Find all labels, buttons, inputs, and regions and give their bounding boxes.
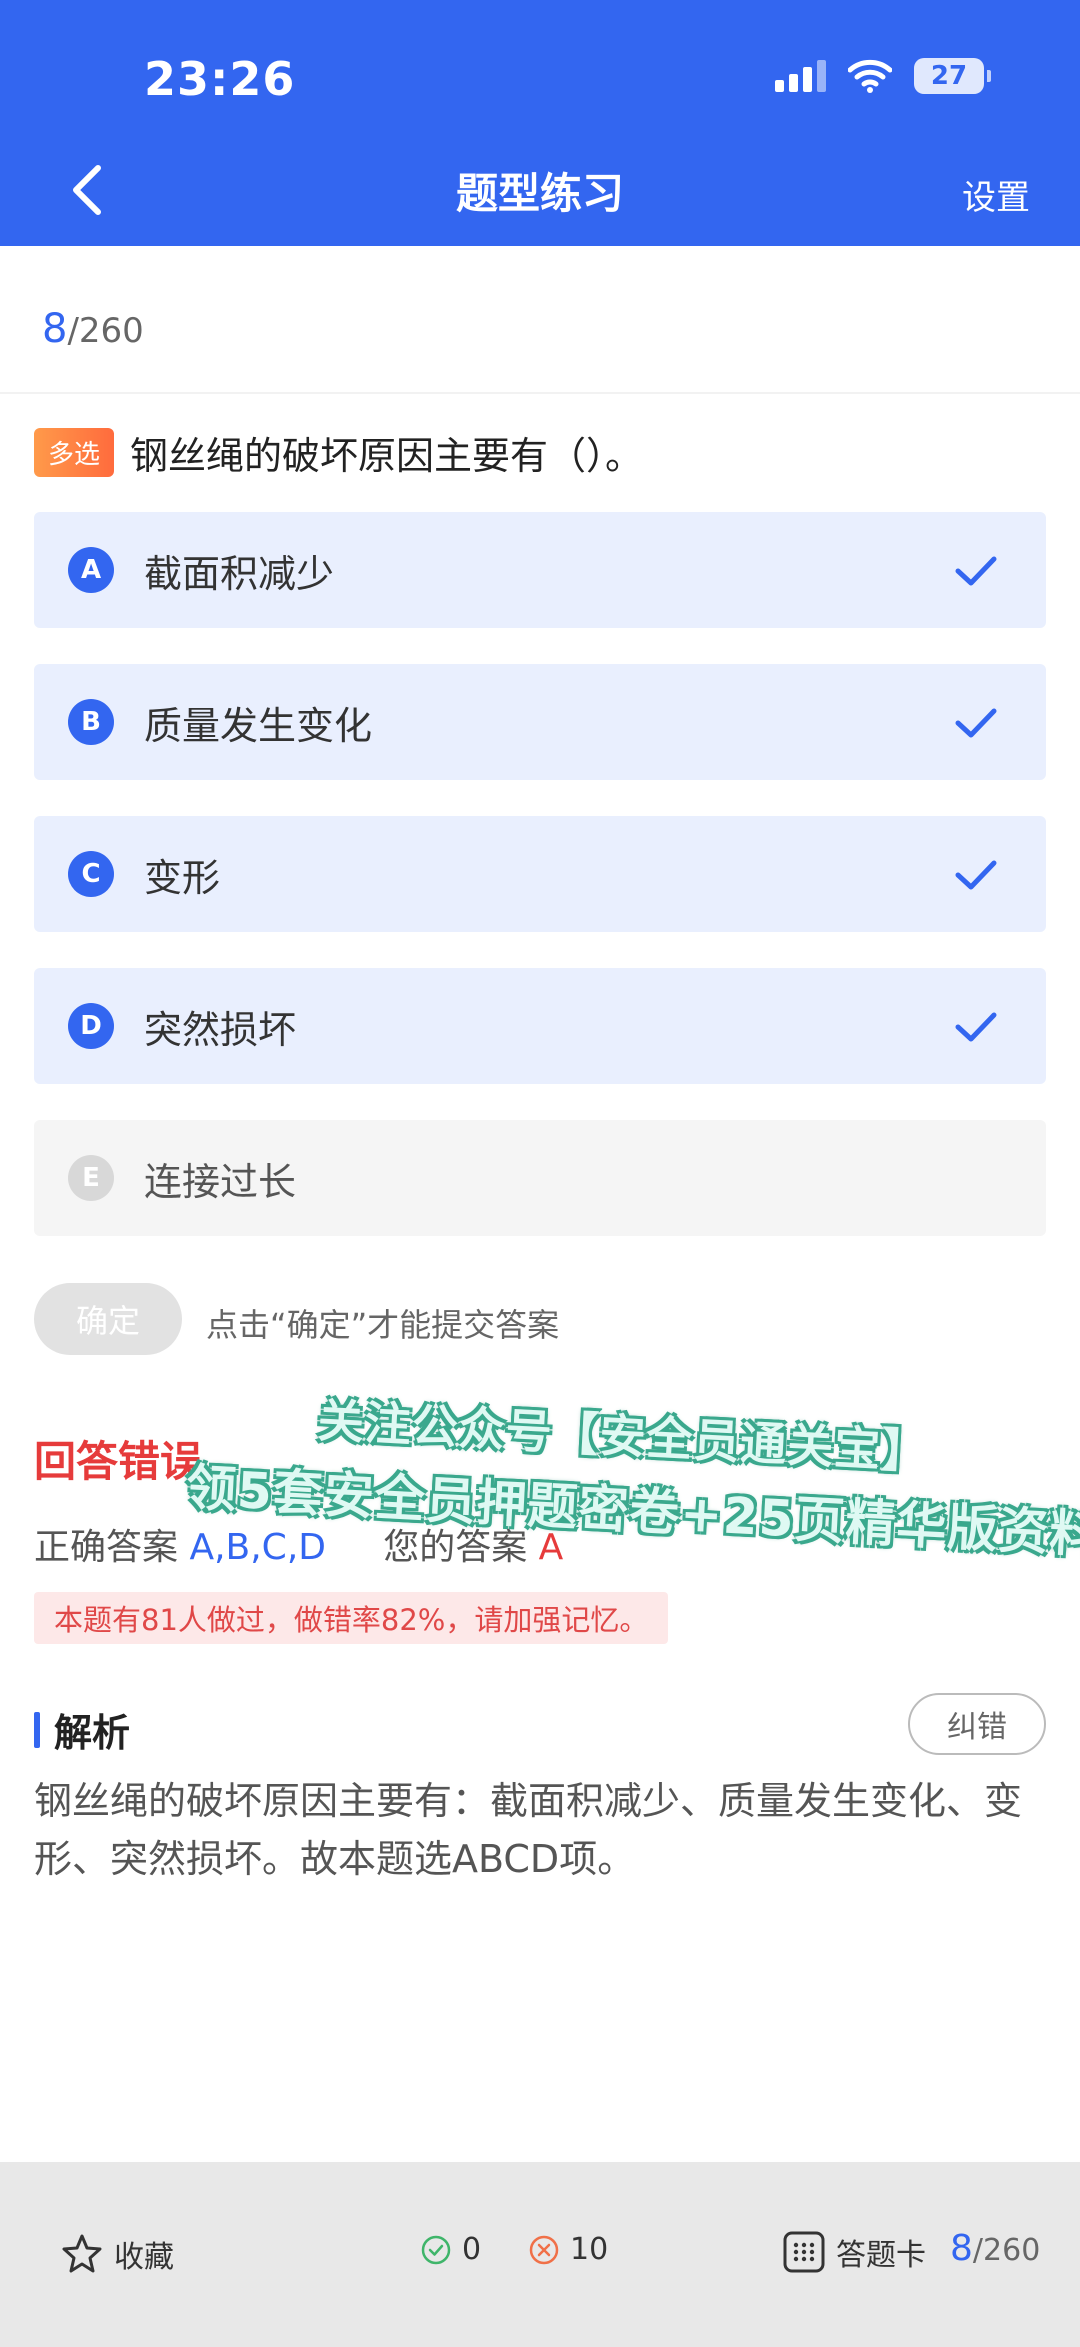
right-count: 0: [420, 2232, 481, 2267]
heading-accent-bar: [34, 1711, 40, 1748]
analysis-title: 解析: [54, 1711, 131, 1755]
question-text: 钢丝绳的破坏原因主要有（）。: [130, 434, 644, 478]
header: 23:26 27 题型练习 设置: [0, 0, 1080, 246]
report-error-button[interactable]: 纠错: [908, 1693, 1046, 1755]
option-d[interactable]: D 突然损坏: [34, 968, 1046, 1084]
result-title: 回答错误: [34, 1437, 203, 1486]
wifi-icon: [848, 59, 892, 93]
x-circle-icon: [529, 2235, 559, 2264]
progress-current: 8: [42, 306, 68, 352]
your-answer-label: 您的答案: [383, 1527, 528, 1568]
confirm-hint: 点击“确定”才能提交答案: [206, 1306, 560, 1344]
answer-card-label: 答题卡: [836, 2238, 926, 2273]
option-b[interactable]: B 质量发生变化: [34, 664, 1046, 780]
check-icon: [955, 860, 997, 890]
option-letter: E: [68, 1155, 114, 1201]
correct-answer-label: 正确答案: [34, 1527, 179, 1568]
star-icon: [62, 2234, 102, 2273]
wrong-count: 10: [528, 2232, 608, 2267]
option-text: 变形: [144, 855, 221, 900]
bottom-progress: 8/260: [950, 2228, 1040, 2269]
option-text: 连接过长: [144, 1159, 297, 1204]
option-text: 截面积减少: [144, 551, 335, 596]
analysis-heading: 解析: [34, 1702, 130, 1757]
settings-button[interactable]: 设置: [962, 170, 1030, 219]
progress-total: /260: [67, 311, 144, 351]
option-letter: D: [68, 1003, 114, 1049]
confirm-button[interactable]: 确定: [34, 1283, 182, 1355]
status-time: 23:26: [144, 52, 296, 106]
check-icon: [955, 708, 997, 738]
question-line: 多选 钢丝绳的破坏原因主要有（）。: [34, 425, 643, 480]
option-c[interactable]: C 变形: [34, 816, 1046, 932]
right-count-value: 0: [462, 2232, 482, 2267]
error-rate-notice: 本题有81人做过，做错率82%，请加强记忆。: [34, 1592, 669, 1644]
bottom-bar: 收藏 0 10 答题卡 8/260: [0, 2162, 1080, 2347]
check-circle-icon: [421, 2235, 451, 2264]
option-text: 质量发生变化: [144, 703, 373, 748]
question-type-tag: 多选: [34, 428, 115, 477]
divider: [0, 392, 1080, 394]
option-letter: B: [68, 699, 114, 745]
option-letter: A: [68, 547, 114, 593]
answer-card-button[interactable]: 答题卡: [782, 2230, 926, 2274]
option-a[interactable]: A 截面积减少: [34, 512, 1046, 628]
analysis-text: 钢丝绳的破坏原因主要有：截面积减少、质量发生变化、变形、突然损坏。故本题选ABC…: [34, 1779, 1023, 1881]
favorite-button[interactable]: 收藏: [60, 2232, 174, 2276]
question-progress: 8/260: [42, 306, 144, 352]
option-e[interactable]: E 连接过长: [34, 1120, 1046, 1236]
watermark-line-1: 关注公众号【安全员通关宝】: [316, 1393, 930, 1480]
correct-answer-value: A,B,C,D: [189, 1527, 326, 1568]
your-answer-value: A: [538, 1527, 564, 1568]
check-icon: [955, 556, 997, 586]
page-title: 题型练习: [455, 169, 624, 218]
signal-icon: [775, 60, 826, 92]
bottom-progress-total: /260: [972, 2233, 1041, 2268]
option-text: 突然损坏: [144, 1007, 297, 1052]
battery-icon: 27: [914, 58, 991, 94]
grid-icon: [783, 2231, 825, 2273]
answer-summary: 正确答案 A,B,C,D 您的答案 A: [34, 1518, 563, 1570]
status-icons: 27: [775, 58, 991, 94]
favorite-label: 收藏: [114, 2240, 174, 2275]
option-letter: C: [68, 851, 114, 897]
wrong-count-value: 10: [570, 2232, 609, 2267]
bottom-progress-current: 8: [950, 2228, 973, 2269]
check-icon: [955, 1012, 997, 1042]
